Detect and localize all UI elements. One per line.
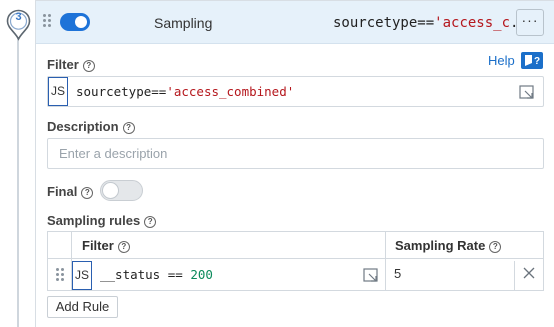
column-divider [514, 261, 515, 290]
final-label-group: Final? [47, 184, 94, 199]
expand-editor-icon[interactable] [363, 268, 379, 283]
question-circle-icon[interactable]: ? [81, 187, 94, 199]
header-filter-summary: sourcetype=='access_c... [333, 15, 535, 31]
sampling-rules-label: Sampling rules [47, 213, 141, 228]
pipeline-rail [17, 36, 19, 327]
filter-label: Filter [47, 57, 79, 72]
drag-handle-icon[interactable] [43, 14, 51, 27]
description-label: Description [47, 119, 119, 134]
function-title: Sampling [154, 15, 213, 31]
final-toggle[interactable] [100, 180, 143, 201]
filter-expression-input[interactable]: JS sourcetype=='access_combined' [47, 76, 544, 107]
svg-text:?: ? [534, 56, 540, 67]
sampling-rate-input[interactable]: 5 [394, 266, 401, 281]
column-header-rate-label: Sampling Rate [395, 238, 486, 253]
rule-expr-field: __status [100, 267, 161, 282]
expand-editor-icon[interactable] [519, 85, 535, 100]
enable-toggle[interactable] [60, 13, 90, 31]
question-circle-icon[interactable]: ? [144, 216, 157, 228]
sampling-rules-label-group: Sampling rules? [47, 213, 157, 228]
step-number-badge: 3 [6, 9, 31, 41]
js-badge: JS [48, 77, 68, 106]
column-header-filter-label: Filter [82, 238, 114, 253]
help-book-icon[interactable]: ? [521, 52, 543, 69]
toggle-knob [102, 182, 119, 199]
more-options-button[interactable]: ··· [516, 9, 544, 36]
question-circle-icon[interactable]: ? [117, 241, 130, 253]
more-icon: ··· [521, 12, 539, 28]
sampling-rules-table: Filter? Sampling Rate? JS __status == 20… [47, 231, 544, 291]
filter-label-group: Filter? [47, 57, 95, 72]
rule-expr-op: == [160, 267, 191, 282]
rule-filter-expression[interactable]: __status == 200 [100, 267, 213, 282]
js-badge: JS [72, 261, 92, 290]
card-header[interactable]: Sampling sourcetype=='access_c... ··· [36, 1, 554, 44]
rule-expr-value: 200 [190, 267, 213, 282]
row-drag-handle-icon[interactable] [56, 268, 64, 281]
filter-expression-code[interactable]: sourcetype=='access_combined' [76, 84, 294, 99]
description-label-group: Description? [47, 119, 135, 134]
help-link[interactable]: Help [488, 53, 515, 68]
header-filter-string: 'access_c [434, 15, 511, 31]
column-divider [385, 232, 386, 290]
column-header-filter: Filter? [82, 232, 382, 259]
filter-code-prefix: sourcetype== [76, 84, 167, 99]
toggle-knob [75, 16, 87, 28]
close-icon[interactable] [523, 267, 535, 279]
header-filter-prefix: sourcetype== [333, 15, 435, 31]
function-card: Sampling sourcetype=='access_c... ··· Fi… [35, 0, 554, 327]
final-label: Final [47, 184, 78, 199]
column-header-rate: Sampling Rate? [385, 232, 543, 259]
question-circle-icon[interactable]: ? [82, 60, 95, 72]
question-circle-icon[interactable]: ? [122, 122, 135, 134]
description-input[interactable] [47, 138, 544, 169]
step-number: 3 [15, 11, 22, 23]
add-rule-button[interactable]: Add Rule [47, 296, 118, 318]
question-circle-icon[interactable]: ? [489, 241, 502, 253]
filter-code-string: 'access_combined' [166, 84, 295, 99]
